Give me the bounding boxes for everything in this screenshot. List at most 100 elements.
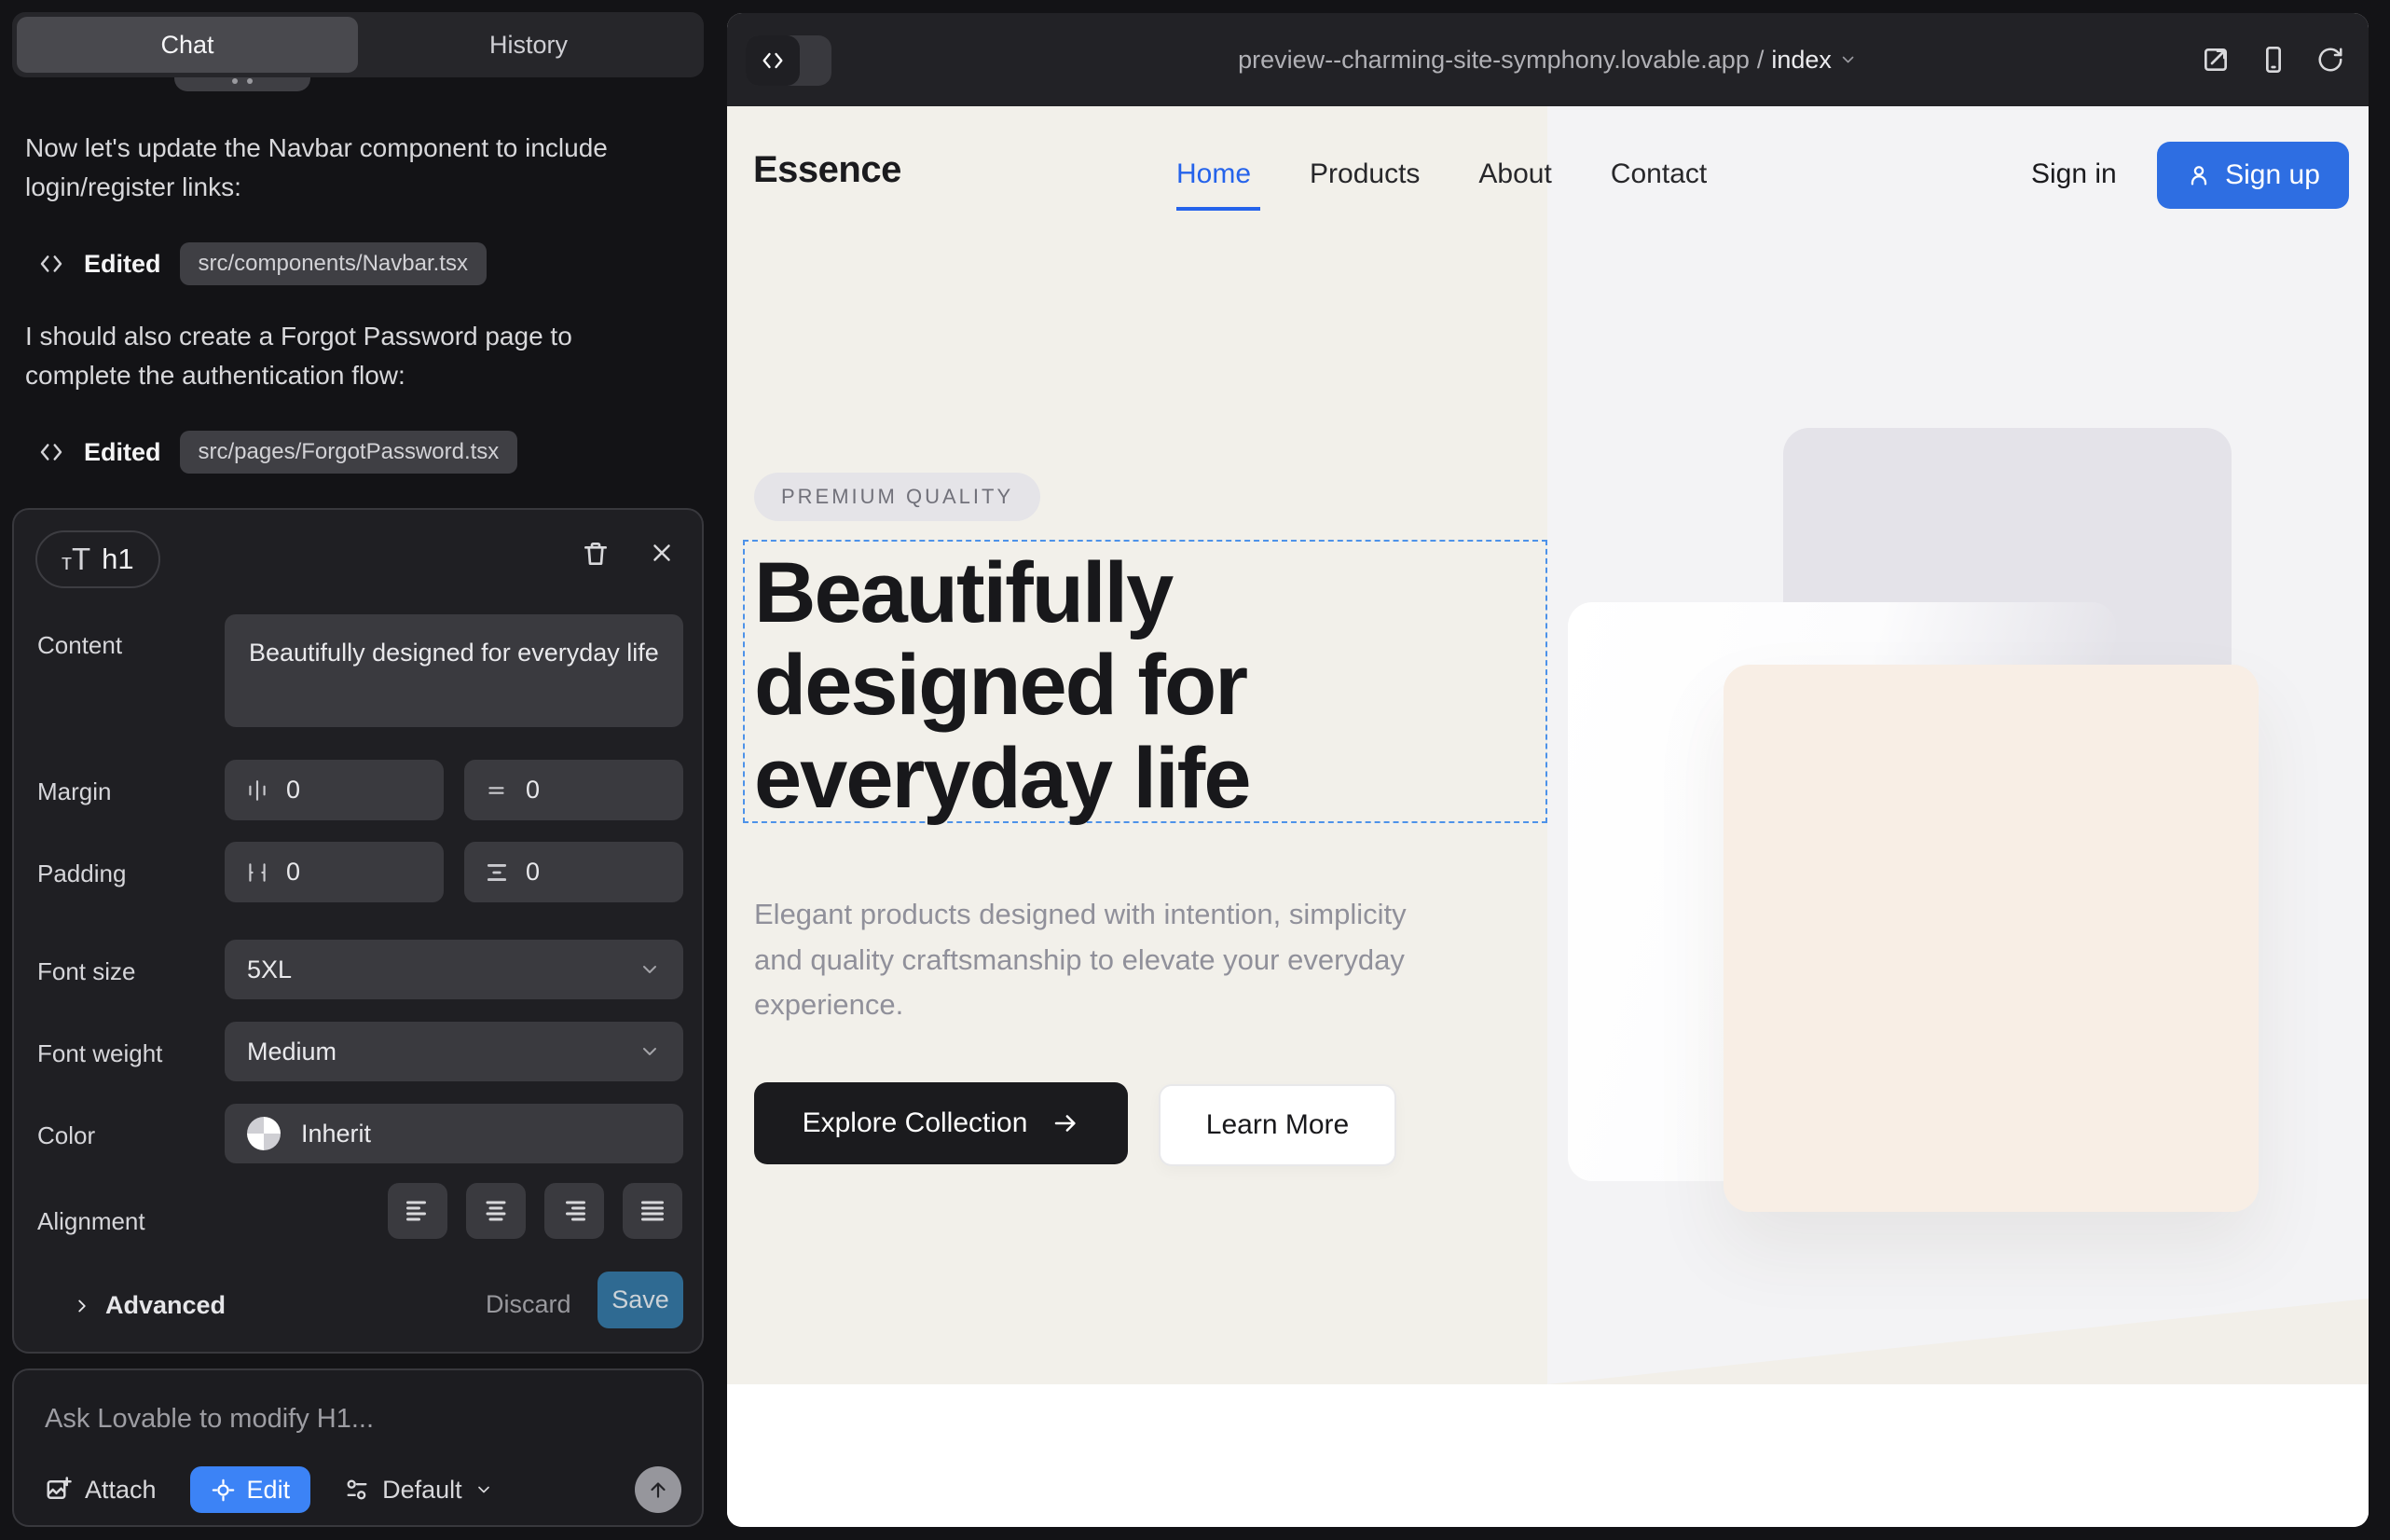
selected-element-tag[interactable]: тT h1: [35, 530, 160, 588]
align-left-icon: [404, 1197, 432, 1225]
sign-in-link[interactable]: Sign in: [2031, 158, 2117, 190]
chevron-down-icon: [1839, 50, 1858, 69]
font-size-select[interactable]: 5XL: [225, 940, 683, 999]
refresh-button[interactable]: [2316, 46, 2344, 74]
padding-x-input[interactable]: 0: [225, 842, 444, 902]
arrow-up-icon: [646, 1478, 670, 1502]
chat-composer[interactable]: Ask Lovable to modify H1... Attach Edit: [12, 1368, 704, 1527]
preview-chrome-bar: preview--charming-site-symphony.lovable.…: [727, 13, 2369, 106]
chat-message: I should also create a Forgot Password p…: [25, 317, 678, 395]
chevron-right-icon: [72, 1296, 92, 1316]
chat-message: Now let's update the Navbar component to…: [25, 129, 678, 207]
chevron-down-icon: [639, 1040, 661, 1063]
alignment-label: Alignment: [37, 1207, 145, 1236]
smartphone-icon: [2259, 45, 2288, 75]
chevron-down-icon: [639, 958, 661, 981]
save-button[interactable]: Save: [598, 1272, 683, 1328]
user-icon: [2186, 162, 2212, 188]
hero-heading[interactable]: Beautifully designed for everyday life: [754, 547, 1518, 825]
discard-button[interactable]: Discard: [480, 1289, 577, 1320]
hero-diagonal-decoration: [1547, 1299, 2369, 1384]
align-left-button[interactable]: [388, 1183, 447, 1239]
element-tag-label: h1: [102, 543, 133, 576]
align-center-button[interactable]: [466, 1183, 526, 1239]
margin-x-input[interactable]: 0: [225, 760, 444, 820]
margin-y-input[interactable]: 0: [464, 760, 683, 820]
padding-vertical-icon: [485, 860, 509, 885]
edited-file-row: Edited src/pages/ForgotPassword.tsx: [37, 431, 517, 474]
arrow-right-icon: [1051, 1109, 1079, 1137]
nav-link-about[interactable]: About: [1478, 158, 1551, 190]
sidebar: Chat History Now let's update the Navbar…: [0, 0, 727, 1540]
color-select[interactable]: Inherit: [225, 1104, 683, 1163]
learn-more-button[interactable]: Learn More: [1159, 1084, 1396, 1166]
padding-horizontal-icon: [245, 860, 269, 885]
delete-element-button[interactable]: [581, 538, 611, 570]
nav-link-home[interactable]: Home: [1176, 158, 1251, 190]
code-view-segment[interactable]: [746, 35, 800, 86]
nav-active-underline: [1176, 207, 1260, 211]
margin-label: Margin: [37, 777, 111, 806]
file-chip[interactable]: src/pages/ForgotPassword.tsx: [180, 431, 518, 474]
close-panel-button[interactable]: [648, 539, 676, 567]
scrolled-chip-partial: [174, 77, 310, 91]
nav-link-products[interactable]: Products: [1310, 158, 1420, 190]
hero-description: Elegant products designed with intention…: [754, 892, 1425, 1028]
target-icon: [211, 1478, 236, 1503]
attach-button[interactable]: Attach: [45, 1476, 157, 1505]
preview-url-selector[interactable]: preview--charming-site-symphony.lovable.…: [1238, 13, 1858, 106]
align-justify-icon: [639, 1197, 666, 1225]
explore-collection-button[interactable]: Explore Collection: [754, 1082, 1128, 1164]
font-size-label: Font size: [37, 957, 136, 986]
font-weight-label: Font weight: [37, 1039, 162, 1068]
refresh-icon: [2316, 46, 2344, 74]
code-icon: [760, 48, 786, 74]
code-preview-toggle[interactable]: [746, 35, 831, 86]
margin-vertical-icon: [485, 778, 509, 803]
send-button[interactable]: [635, 1466, 681, 1513]
padding-label: Padding: [37, 859, 126, 888]
mobile-view-button[interactable]: [2259, 45, 2288, 75]
external-link-icon: [2201, 45, 2231, 75]
decor-card-peach: [1724, 665, 2259, 1212]
tab-chat[interactable]: Chat: [17, 17, 358, 73]
align-right-button[interactable]: [544, 1183, 604, 1239]
edited-label: Edited: [84, 438, 161, 467]
preview-panel: preview--charming-site-symphony.lovable.…: [727, 13, 2369, 1527]
content-label: Content: [37, 631, 122, 660]
advanced-toggle[interactable]: Advanced: [72, 1291, 226, 1320]
padding-y-input[interactable]: 0: [464, 842, 683, 902]
code-icon: [37, 438, 65, 466]
code-icon: [37, 250, 65, 278]
close-icon: [648, 539, 676, 567]
font-weight-select[interactable]: Medium: [225, 1022, 683, 1081]
open-in-new-tab-button[interactable]: [2201, 45, 2231, 75]
composer-toolbar: Attach Edit Default: [14, 1465, 702, 1514]
model-default-select[interactable]: Default: [344, 1476, 493, 1505]
color-swatch-checker: [247, 1117, 281, 1150]
composer-input[interactable]: Ask Lovable to modify H1...: [45, 1404, 374, 1435]
image-plus-icon: [45, 1476, 73, 1504]
file-chip[interactable]: src/components/Navbar.tsx: [180, 242, 487, 285]
align-right-icon: [560, 1197, 588, 1225]
align-justify-button[interactable]: [623, 1183, 682, 1239]
chrome-actions: [2201, 13, 2344, 106]
tab-history[interactable]: History: [358, 17, 699, 73]
edit-mode-button[interactable]: Edit: [190, 1466, 311, 1513]
selected-element-outline[interactable]: Beautifully designed for everyday life: [743, 540, 1547, 823]
site-nav: Home Products About Contact: [1176, 158, 1707, 190]
preview-url-domain: preview--charming-site-symphony.lovable.…: [1238, 46, 1750, 75]
sign-up-button[interactable]: Sign up: [2157, 142, 2349, 209]
sliders-icon: [344, 1477, 370, 1503]
typography-icon: тT: [62, 542, 90, 577]
site-logo[interactable]: Essence: [753, 149, 901, 191]
nav-link-contact[interactable]: Contact: [1611, 158, 1707, 190]
edited-label: Edited: [84, 250, 161, 279]
content-textarea[interactable]: Beautifully designed for everyday life: [225, 614, 683, 727]
color-label: Color: [37, 1121, 95, 1150]
lovable-app: Chat History Now let's update the Navbar…: [0, 0, 2390, 1540]
margin-horizontal-icon: [245, 778, 269, 803]
chevron-down-icon: [474, 1480, 493, 1499]
preview-url-page: index: [1771, 46, 1832, 75]
hero-badge: PREMIUM QUALITY: [754, 473, 1040, 521]
